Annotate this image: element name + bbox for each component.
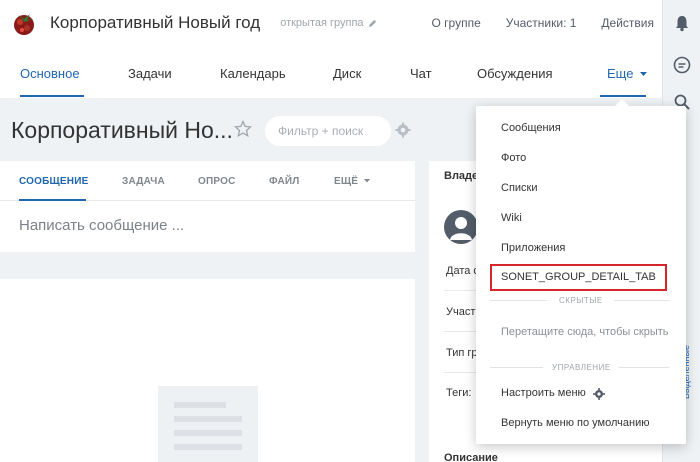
section-divider — [614, 300, 669, 301]
message-input[interactable]: Написать сообщение ... — [19, 217, 184, 234]
actions-link[interactable]: Действия — [601, 16, 654, 30]
post-tab-file[interactable]: ФАЙЛ — [269, 176, 300, 187]
filter-search-input[interactable]: Фильтр + поиск — [265, 116, 391, 146]
menu-item-photo[interactable]: Фото — [501, 152, 526, 164]
gear-icon[interactable] — [395, 122, 411, 138]
chevron-down-icon — [640, 72, 648, 77]
reset-menu-item[interactable]: Вернуть меню по умолчанию — [501, 417, 649, 429]
doc-line — [174, 416, 242, 422]
tab-tasks[interactable]: Задачи — [128, 66, 172, 81]
menu-item-messages[interactable]: Сообщения — [501, 122, 561, 134]
menu-item-apps[interactable]: Приложения — [501, 242, 565, 254]
about-group-link[interactable]: О группе — [431, 16, 480, 30]
post-tab-more-label: ЕЩЁ — [334, 176, 359, 187]
group-header: Корпоративный Новый год открытая группа … — [0, 0, 662, 46]
created-date-label: Дата с — [446, 265, 479, 277]
group-nav: Основное Задачи Календарь Диск Чат Обсуж… — [0, 46, 662, 98]
post-tab-poll[interactable]: ОПРОС — [198, 176, 236, 187]
owner-avatar[interactable] — [444, 210, 478, 244]
star-icon[interactable] — [234, 120, 252, 138]
owner-label: Владе — [444, 170, 479, 182]
group-type-label[interactable]: открытая группа — [280, 17, 376, 29]
group-type-row-label: Тип гр — [446, 347, 478, 359]
bell-icon[interactable] — [673, 14, 691, 32]
group-logo-icon[interactable] — [10, 9, 38, 37]
post-tab-message[interactable]: СООБЩЕНИЕ — [19, 176, 88, 187]
group-title: Корпоративный Новый год — [50, 13, 261, 32]
feed-area — [0, 279, 415, 462]
header-links: О группе Участники: 1 Действия — [431, 0, 662, 46]
doc-line — [174, 430, 242, 436]
tab-discussions[interactable]: Обсуждения — [477, 66, 553, 81]
post-tab-underline — [19, 199, 86, 201]
post-composer: СООБЩЕНИЕ ЗАДАЧА ОПРОС ФАЙЛ ЕЩЁ Написать… — [0, 161, 415, 252]
members-label: Участ — [446, 306, 476, 318]
tab-main[interactable]: Основное — [20, 66, 80, 81]
post-tab-more[interactable]: ЕЩЁ — [334, 176, 371, 187]
menu-item-sonet-label: SONET_GROUP_DETAIL_TAB — [501, 271, 656, 283]
section-divider — [490, 367, 543, 368]
tab-disk[interactable]: Диск — [333, 66, 361, 81]
manage-section-label: УПРАВЛЕНИЕ — [552, 363, 611, 372]
menu-item-sonet-highlighted[interactable]: SONET_GROUP_DETAIL_TAB — [490, 264, 667, 291]
doc-line — [174, 402, 226, 408]
active-tab-underline — [20, 95, 84, 97]
members-link[interactable]: Участники: 1 — [506, 16, 577, 30]
empty-feed-icon — [158, 386, 258, 462]
menu-item-wiki[interactable]: Wiki — [501, 212, 522, 224]
user-icon — [450, 217, 472, 240]
group-type-text: открытая группа — [280, 17, 364, 29]
tab-calendar[interactable]: Календарь — [220, 66, 286, 81]
dropdown-caret — [615, 99, 629, 106]
configure-menu-item[interactable]: Настроить меню — [501, 387, 586, 399]
post-tab-task[interactable]: ЗАДАЧА — [122, 176, 165, 187]
menu-item-lists[interactable]: Списки — [501, 182, 538, 194]
chat-icon[interactable] — [673, 56, 691, 74]
description-label: Описание — [444, 452, 498, 462]
more-menu-dropdown: Сообщения Фото Списки Wiki Приложения SO… — [476, 99, 686, 444]
tab-more[interactable]: Еще — [607, 66, 648, 81]
gear-icon — [593, 388, 605, 400]
post-type-tabs: СООБЩЕНИЕ ЗАДАЧА ОПРОС ФАЙЛ ЕЩЁ — [0, 161, 415, 201]
page-title: Корпоративный Но... — [11, 117, 233, 143]
tags-label: Теги: — [446, 387, 472, 399]
pencil-icon[interactable] — [368, 19, 377, 28]
section-divider — [619, 367, 669, 368]
doc-line — [174, 444, 242, 450]
section-divider — [490, 300, 547, 301]
drag-hint-text: Перетащите сюда, чтобы скрыть — [501, 326, 669, 338]
more-tab-underline — [600, 95, 646, 97]
hidden-section-label: СКРЫТЫЕ — [559, 296, 603, 305]
tab-chat[interactable]: Чат — [410, 66, 432, 81]
tab-more-label: Еще — [607, 66, 634, 81]
chevron-down-icon — [364, 179, 371, 183]
